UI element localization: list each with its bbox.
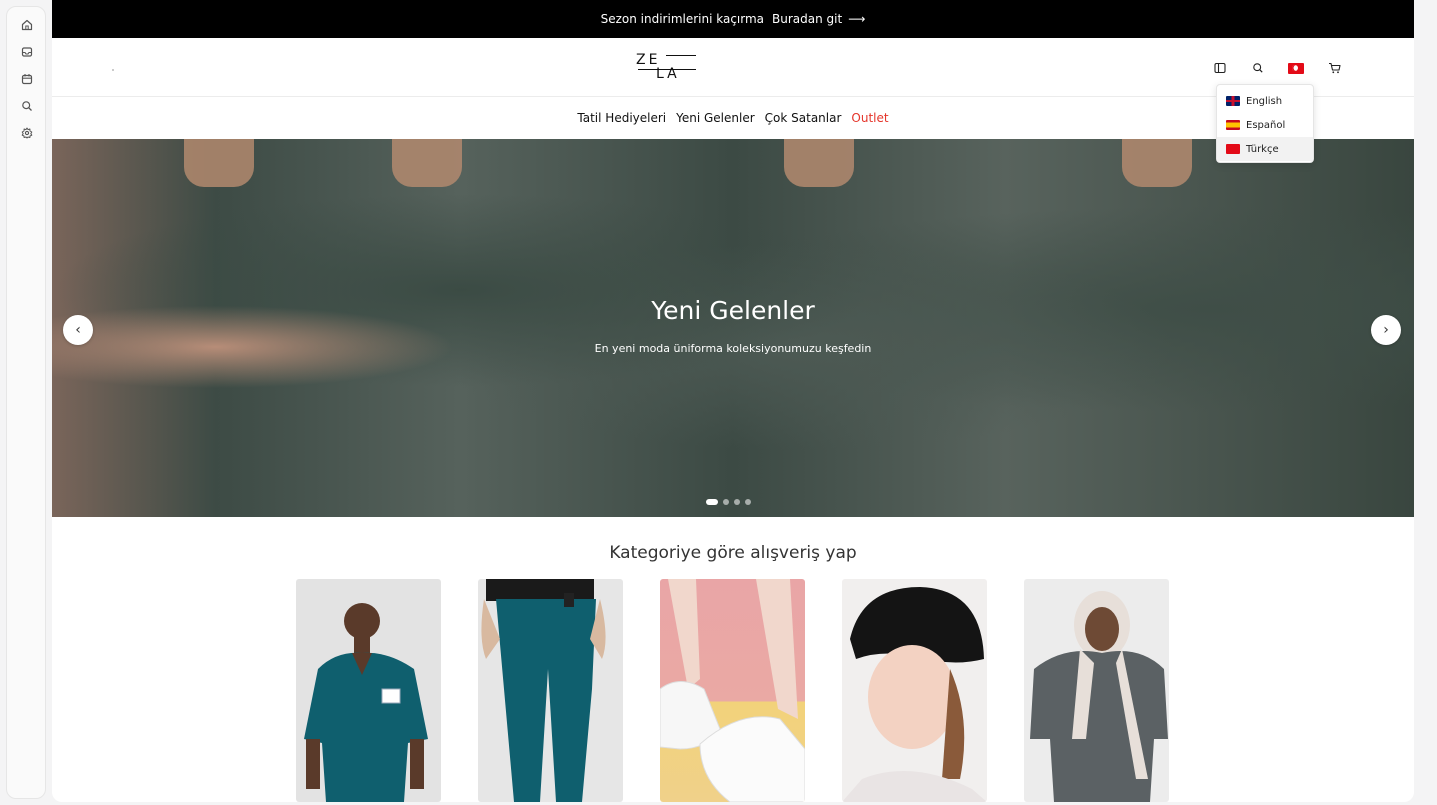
carousel-dot[interactable] (734, 499, 740, 505)
carousel-prev-button[interactable]: ‹ (63, 315, 93, 345)
category-card-caps[interactable] (842, 579, 987, 802)
sidebar-toggle-icon[interactable] (1210, 58, 1230, 78)
arrow-right-icon: ⟶ (848, 12, 866, 26)
language-option-english[interactable]: English (1217, 89, 1313, 113)
category-grid (296, 579, 1169, 802)
language-option-label: Español (1246, 119, 1286, 131)
hero-carousel: Yeni Gelenler En yeni moda üniforma kole… (52, 139, 1414, 517)
cap-image (842, 587, 987, 802)
language-option-turkish[interactable]: Türkçe (1217, 137, 1313, 161)
carousel-indicators (706, 499, 751, 505)
browser-page: Sezon indirimlerini kaçırma Buradan git … (52, 0, 1414, 802)
search-icon[interactable] (1248, 58, 1268, 78)
hero-title: Yeni Gelenler (651, 296, 815, 325)
language-option-spanish[interactable]: Español (1217, 113, 1313, 137)
nav-item-holiday-gifts[interactable]: Tatil Hediyeleri (577, 111, 666, 125)
announcement-text: Sezon indirimlerini kaçırma (600, 12, 765, 26)
carousel-dot-active[interactable] (706, 499, 718, 505)
calendar-icon[interactable] (7, 65, 47, 92)
language-dropdown: English Español Türkçe (1216, 84, 1314, 163)
search-icon[interactable] (7, 92, 47, 119)
shoes-image (660, 579, 805, 802)
carousel-next-button[interactable]: › (1371, 315, 1401, 345)
hanger-detail (784, 139, 854, 187)
scrub-pants-image (481, 579, 606, 802)
logo-bottom-text: LA (656, 66, 680, 82)
main-nav: Tatil Hediyeleri Yeni Gelenler Çok Satan… (52, 97, 1414, 139)
announcement-bar: Sezon indirimlerini kaçırma Buradan git … (52, 0, 1414, 38)
hijab-image (1030, 591, 1168, 802)
site-header: ZE LA (52, 38, 1414, 97)
settings-icon[interactable] (7, 119, 47, 146)
language-option-label: English (1246, 95, 1283, 107)
carousel-dot[interactable] (723, 499, 729, 505)
category-card-hijab[interactable] (1024, 579, 1169, 802)
turkish-flag-icon (1288, 62, 1304, 74)
turkey-flag-icon (1226, 144, 1240, 154)
language-selector[interactable] (1286, 58, 1306, 78)
hanger-detail (184, 139, 254, 187)
hanger-detail (392, 139, 462, 187)
uk-flag-icon (1226, 96, 1240, 106)
nav-item-new-arrivals[interactable]: Yeni Gelenler (676, 111, 755, 125)
header-dot (112, 69, 114, 71)
language-option-label: Türkçe (1246, 143, 1279, 155)
categories-title: Kategoriye göre alışveriş yap (609, 543, 857, 563)
category-card-scrub-pants[interactable] (478, 579, 623, 802)
site-logo[interactable]: ZE LA (636, 52, 696, 84)
carousel-dot[interactable] (745, 499, 751, 505)
inbox-icon[interactable] (7, 38, 47, 65)
nav-item-outlet[interactable]: Outlet (851, 111, 888, 125)
spain-flag-icon (1226, 120, 1240, 130)
header-actions (1210, 58, 1344, 78)
scrub-top-image (304, 603, 428, 802)
hanger-detail (1122, 139, 1192, 187)
app-sidebar-rail (6, 6, 46, 799)
announcement-link[interactable]: Buradan git ⟶ (772, 12, 865, 26)
nav-item-bestsellers[interactable]: Çok Satanlar (765, 111, 842, 125)
category-card-scrub-top[interactable] (296, 579, 441, 802)
home-icon[interactable] (7, 11, 47, 38)
category-card-shoes[interactable] (660, 579, 805, 802)
announcement-link-label: Buradan git (772, 12, 843, 26)
cart-icon[interactable] (1324, 58, 1344, 78)
logo-line-top (666, 55, 696, 56)
hero-subtitle: En yeni moda üniforma koleksiyonumuzu ke… (594, 342, 872, 355)
